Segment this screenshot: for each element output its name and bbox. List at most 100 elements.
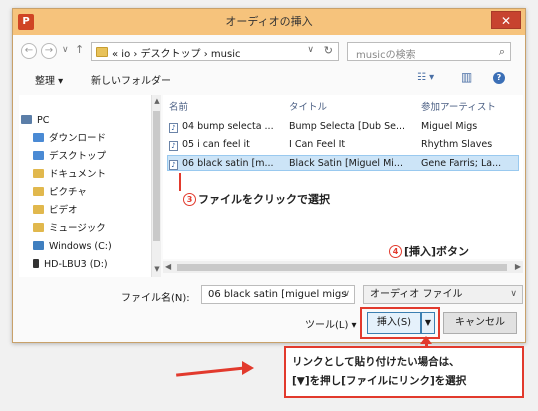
file-row[interactable]: ♪ 05 i can feel it I Can Feel It Rhythm S…	[167, 137, 519, 153]
annotation-pointer	[179, 173, 181, 191]
refresh-icon[interactable]: ↻	[324, 44, 333, 57]
documents-folder-icon	[33, 169, 44, 178]
videos-folder-icon	[33, 205, 44, 214]
tools-menu-button[interactable]: ツール(L) ▾	[305, 316, 357, 331]
filetype-value: オーディオ ファイル	[370, 289, 463, 300]
column-header-name[interactable]: 名前	[169, 99, 188, 113]
sidebar-item-label: ダウンロード	[49, 133, 107, 144]
back-arrow-icon[interactable]: ←	[21, 43, 37, 59]
arrow-right-icon	[242, 361, 254, 375]
arrow-up-icon	[420, 336, 432, 344]
sidebar-item-desktop[interactable]: デスクトップ	[33, 149, 167, 165]
scrollbar-thumb[interactable]	[177, 264, 507, 271]
file-artist-cell: Gene Farris; La...	[421, 158, 502, 169]
sidebar-item-label: ビデオ	[49, 205, 78, 216]
sidebar-item-pc[interactable]: PC	[21, 113, 155, 129]
organize-button[interactable]: 整理 ▾	[35, 72, 63, 87]
file-artist-cell: Miguel Migs	[421, 121, 478, 132]
file-row-selected[interactable]: ♪ 06 black satin [m... Black Satin [Migue…	[167, 155, 519, 171]
filetype-select[interactable]: オーディオ ファイル ∨	[363, 285, 523, 304]
file-title-cell: Bump Selecta [Dub Se...	[289, 121, 406, 132]
audio-file-icon: ♪	[169, 160, 178, 170]
sidebar-item-pictures[interactable]: ピクチャ	[33, 185, 167, 201]
view-options-icon[interactable]: ☷ ▾	[417, 72, 434, 83]
search-field[interactable]: musicの検索 ⌕	[347, 42, 511, 61]
file-title-cell: Black Satin [Miguel Mi...	[289, 158, 403, 169]
dialog-title: オーディオの挿入	[225, 15, 313, 28]
downloads-folder-icon	[33, 133, 44, 142]
music-folder-icon	[33, 223, 44, 232]
scrollbar-thumb[interactable]	[153, 111, 160, 241]
arrow-right-line	[176, 366, 246, 377]
step4-number: 4	[389, 245, 402, 258]
step3-annotation: 3 ファイルをクリックで選択	[183, 191, 330, 207]
preview-pane-icon[interactable]: ▥	[461, 70, 472, 84]
search-icon[interactable]: ⌕	[499, 45, 505, 59]
sidebar-item-label: ピクチャ	[49, 187, 87, 198]
filename-input[interactable]: 06 black satin [miguel migs ∨	[201, 285, 355, 304]
new-folder-button[interactable]: 新しいフォルダー	[91, 72, 171, 87]
step4-annotation: 4 [挿入]ボタン	[389, 243, 469, 259]
drive-icon	[33, 241, 44, 250]
insert-highlight-box	[360, 307, 440, 339]
address-bar[interactable]: « io › デスクトップ › music ∨ ↻	[91, 42, 339, 61]
file-name: 05 i can feel it	[182, 139, 250, 150]
sidebar-item-documents[interactable]: ドキュメント	[33, 167, 167, 183]
step3-number: 3	[183, 193, 196, 206]
file-artist-cell: Rhythm Slaves	[421, 139, 493, 150]
sidebar-item-label: ドキュメント	[49, 169, 107, 180]
computer-icon	[21, 115, 32, 124]
help-icon[interactable]: ?	[493, 72, 505, 84]
insert-audio-dialog: P オーディオの挿入 ✕ ← → ∨ ↑ « io › デスクトップ › mus…	[12, 8, 526, 349]
sidebar-item-label: Windows (C:)	[49, 241, 112, 252]
sidebar-item-label: HD-LBU3 (D:)	[44, 259, 108, 270]
address-path[interactable]: « io › デスクトップ › music	[112, 45, 240, 60]
title-bar: P オーディオの挿入 ✕	[13, 9, 525, 35]
navigation-bar: ← → ∨ ↑ « io › デスクトップ › music ∨ ↻ musicの…	[13, 39, 525, 63]
file-list: 名前 タイトル 参加アーティスト ♪ 04 bump selecta ... Bu…	[163, 95, 523, 259]
up-arrow-icon[interactable]: ↑	[75, 43, 84, 56]
sidebar-item-label: PC	[37, 115, 50, 126]
chevron-down-icon[interactable]: ∨	[307, 45, 314, 55]
chevron-down-icon[interactable]: ∨	[510, 286, 517, 303]
file-row[interactable]: ♪ 04 bump selecta ... Bump Selecta [Dub S…	[167, 119, 519, 135]
desktop-folder-icon	[33, 151, 44, 160]
file-title-cell: I Can Feel It	[289, 139, 346, 150]
callout-line-2: [▼]を押し[ファイルにリンク]を選択	[292, 375, 467, 387]
callout-box: リンクとして貼り付けたい場合は、 [▼]を押し[ファイルにリンク]を選択	[284, 346, 524, 398]
audio-file-icon: ♪	[169, 123, 178, 133]
cancel-button[interactable]: キャンセル	[443, 312, 517, 334]
external-drive-icon	[33, 259, 39, 268]
sidebar-item-windows-c[interactable]: Windows (C:)	[33, 239, 167, 255]
column-header-title[interactable]: タイトル	[289, 99, 327, 113]
file-list-horizontal-scrollbar[interactable]: ◀ ▶	[163, 261, 523, 273]
file-name-cell: ♪ 05 i can feel it	[169, 137, 287, 153]
sidebar-item-downloads[interactable]: ダウンロード	[33, 131, 167, 147]
screenshot-canvas: P オーディオの挿入 ✕ ← → ∨ ↑ « io › デスクトップ › mus…	[0, 0, 538, 411]
recent-locations-icon[interactable]: ∨	[62, 45, 69, 55]
chevron-down-icon[interactable]: ∨	[343, 286, 350, 303]
sidebar-item-label: デスクトップ	[49, 151, 107, 162]
filename-value: 06 black satin [miguel migs	[208, 289, 347, 300]
forward-arrow-icon[interactable]: →	[41, 43, 57, 59]
folder-icon	[96, 47, 108, 57]
pictures-folder-icon	[33, 187, 44, 196]
navigation-scrollbar[interactable]: ▲ ▼	[151, 95, 161, 277]
file-name: 06 black satin [m...	[182, 158, 274, 169]
scroll-left-arrow-icon[interactable]: ◀	[165, 262, 171, 271]
step3-text: ファイルをクリックで選択	[198, 193, 330, 206]
sidebar-item-hd-lbu3[interactable]: HD-LBU3 (D:)	[33, 257, 167, 273]
step4-text: [挿入]ボタン	[404, 245, 470, 258]
navigation-pane: PC ダウンロード デスクトップ ドキュメント ピクチャ ビデオ ミュージック …	[19, 95, 157, 277]
file-name-cell: ♪ 04 bump selecta ...	[169, 119, 287, 135]
file-name-cell: ♪ 06 black satin [m...	[169, 156, 287, 172]
close-button[interactable]: ✕	[491, 11, 521, 29]
sidebar-item-videos[interactable]: ビデオ	[33, 203, 167, 219]
scroll-up-arrow-icon[interactable]: ▲	[152, 97, 162, 105]
scroll-down-arrow-icon[interactable]: ▼	[152, 265, 162, 273]
command-bar: 整理 ▾ 新しいフォルダー ☷ ▾ ▥ ?	[13, 69, 525, 89]
column-header-artist[interactable]: 参加アーティスト	[421, 99, 496, 113]
audio-file-icon: ♪	[169, 141, 178, 151]
sidebar-item-music[interactable]: ミュージック	[33, 221, 167, 237]
scroll-right-arrow-icon[interactable]: ▶	[515, 262, 521, 271]
